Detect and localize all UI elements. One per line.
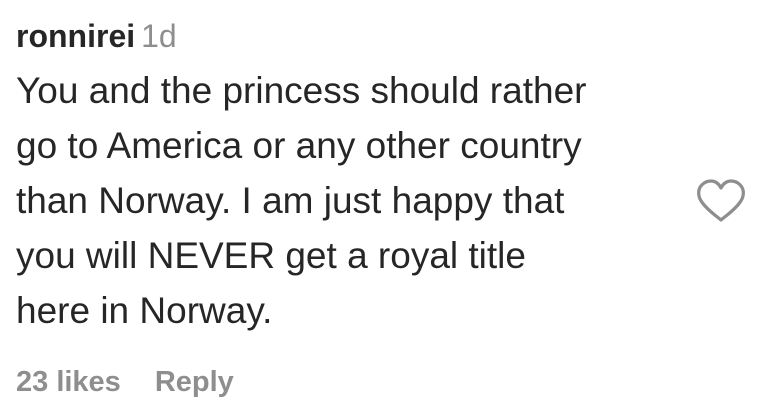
comment: ronnirei 1d You and the princess should r… [0, 0, 768, 412]
comment-footer: 23 likes Reply [16, 360, 234, 404]
username[interactable]: ronnirei [16, 18, 135, 54]
comment-text-line: You and the princess should rather [16, 70, 587, 111]
comment-text-line: than Norway. I am just happy that [16, 180, 565, 221]
like-count[interactable]: 23 likes [16, 360, 121, 404]
heart-icon[interactable] [695, 178, 747, 224]
comment-header: ronnirei 1d [16, 14, 177, 65]
comment-text-line: you will NEVER get a royal title [16, 235, 526, 276]
timestamp: 1d [141, 18, 177, 54]
comment-text-line: here in Norway. [16, 290, 273, 331]
comment-text: You and the princess should rather go to… [16, 63, 686, 338]
comment-text-line: go to America or any other country [16, 125, 582, 166]
reply-button[interactable]: Reply [155, 360, 234, 404]
